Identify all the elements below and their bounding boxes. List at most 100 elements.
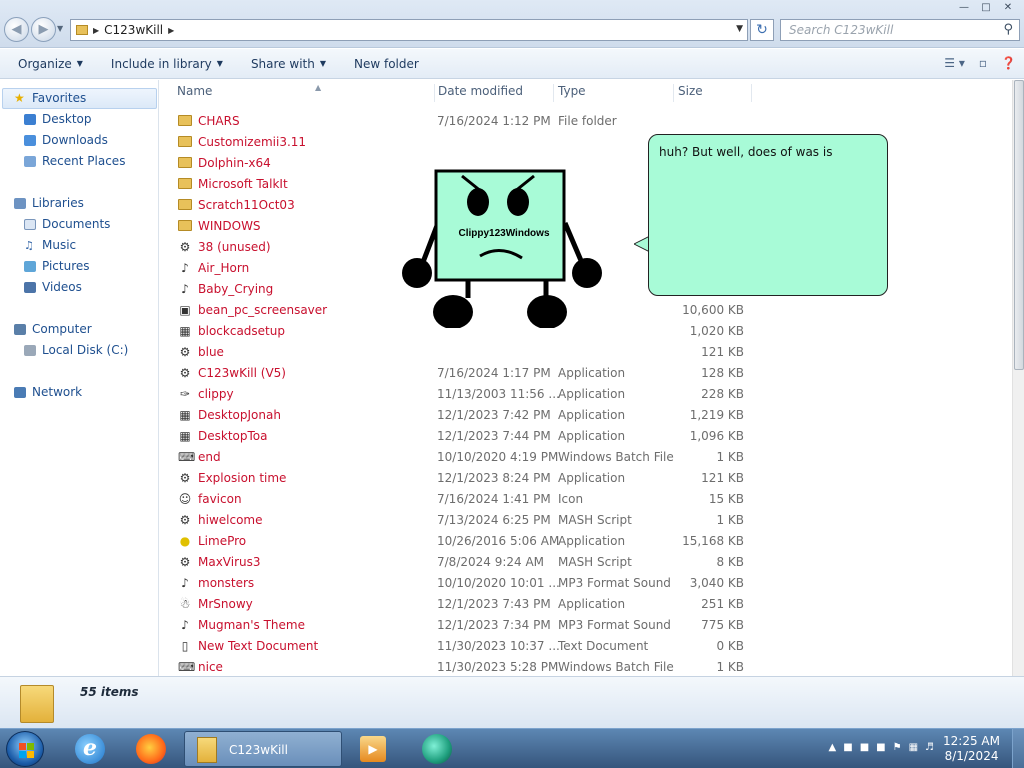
file-name: blockcadsetup <box>198 323 285 338</box>
column-header-size[interactable]: Size <box>678 84 752 102</box>
nav-pictures-label: Pictures <box>42 259 90 273</box>
nav-music[interactable]: ♫ Music <box>0 238 76 252</box>
file-date: 7/16/2024 1:12 PM <box>437 113 551 128</box>
action-center-flag-icon[interactable]: ⚑ <box>893 742 902 753</box>
vertical-scrollbar[interactable] <box>1012 80 1024 676</box>
forward-arrow-icon: ▶ <box>38 22 49 37</box>
file-date: 10/10/2020 4:19 PM <box>437 449 559 464</box>
nav-local-disk[interactable]: Local Disk (C:) <box>0 343 128 357</box>
file-row[interactable]: ▦ DesktopToa 12/1/2023 7:44 PM Application 1… <box>160 425 1012 446</box>
file-date: 7/16/2024 1:41 PM <box>437 491 551 506</box>
show-desktop-button[interactable] <box>1012 729 1024 768</box>
column-headers: Name ▲ Date modified Type Size <box>160 80 1012 104</box>
music-icon: ♫ <box>24 238 34 252</box>
file-row[interactable]: ☃ MrSnowy 12/1/2023 7:43 PM Application 251 … <box>160 593 1012 614</box>
nav-videos[interactable]: Videos <box>0 280 82 294</box>
column-header-name[interactable]: Name ▲ <box>177 83 435 102</box>
file-row[interactable]: CHARS 7/16/2024 1:12 PM File folder <box>160 110 1012 131</box>
address-bar[interactable]: ▶ C123wKill ▶ ▼ <box>70 19 748 41</box>
internet-explorer-icon[interactable]: e <box>75 734 105 764</box>
close-icon[interactable]: ✕ <box>998 2 1018 14</box>
file-row[interactable]: ⚙ MaxVirus3 7/8/2024 9:24 AM MASH Script 8 K… <box>160 551 1012 572</box>
forward-button[interactable]: ▶ <box>31 17 56 42</box>
nav-favorites[interactable]: ★ Favorites <box>0 91 86 105</box>
show-hidden-icons-icon[interactable]: ▲ <box>829 742 837 753</box>
file-row[interactable]: ▦ DesktopJonah 12/1/2023 7:42 PM Applicatio… <box>160 404 1012 425</box>
file-row[interactable]: ✑ clippy 11/13/2003 11:56 ... Application 22… <box>160 383 1012 404</box>
file-row[interactable]: ⚙ blue 121 KB <box>160 341 1012 362</box>
folder-icon <box>197 737 217 763</box>
clippy-character[interactable]: Clippy123Windows <box>400 168 605 328</box>
folder-icon <box>178 199 192 210</box>
scrollbar-thumb[interactable] <box>1014 80 1024 370</box>
file-row[interactable]: ♪ monsters 10/10/2020 10:01 ... MP3 Format … <box>160 572 1012 593</box>
file-row[interactable]: ⚙ C123wKill (V5) 7/16/2024 1:17 PM Applicat… <box>160 362 1012 383</box>
file-row[interactable]: ⚙ Explosion time 12/1/2023 8:24 PM Applicat… <box>160 467 1012 488</box>
file-row[interactable]: ⌨ end 10/10/2020 4:19 PM Windows Batch File… <box>160 446 1012 467</box>
file-row[interactable]: ● LimePro 10/26/2016 5:06 AM Application 15,… <box>160 530 1012 551</box>
nav-videos-label: Videos <box>42 280 82 294</box>
include-in-library-button[interactable]: Include in library ▼ <box>101 57 233 71</box>
file-date: 11/13/2003 11:56 ... <box>437 386 560 401</box>
navigation-pane: ★ Favorites Desktop Downloads Recent Plac… <box>0 80 159 676</box>
nav-recent-places[interactable]: Recent Places <box>0 154 125 168</box>
address-dropdown-icon[interactable]: ▼ <box>736 24 743 34</box>
organize-button[interactable]: Organize ▼ <box>8 57 93 71</box>
firefox-icon[interactable] <box>136 734 166 764</box>
nav-documents[interactable]: Documents <box>0 217 110 231</box>
file-name: Air_Horn <box>198 260 250 275</box>
file-name: bean_pc_screensaver <box>198 302 328 317</box>
file-row[interactable]: ⚙ hiwelcome 7/13/2024 6:25 PM MASH Script 1 … <box>160 509 1012 530</box>
file-row[interactable]: ☺ favicon 7/16/2024 1:41 PM Icon 15 KB <box>160 488 1012 509</box>
refresh-button[interactable]: ↻ <box>750 19 774 41</box>
file-type: Application <box>558 365 626 380</box>
search-icon[interactable]: ⚲ <box>1003 22 1013 37</box>
recent-places-icon <box>24 155 36 167</box>
share-with-button[interactable]: Share with ▼ <box>241 57 336 71</box>
back-button[interactable]: ◀ <box>4 17 29 42</box>
start-button[interactable] <box>6 731 44 767</box>
file-size: 228 KB <box>701 386 744 401</box>
file-name: MaxVirus3 <box>198 554 261 569</box>
nav-computer[interactable]: Computer <box>0 322 92 336</box>
file-row[interactable]: ♪ Mugman's Theme 12/1/2023 7:34 PM MP3 Form… <box>160 614 1012 635</box>
preview-pane-icon[interactable]: ▫ <box>979 56 987 70</box>
favicon-icon: ☺ <box>178 491 192 506</box>
folder-icon <box>76 25 88 35</box>
file-name: clippy <box>198 386 234 401</box>
column-header-date[interactable]: Date modified <box>438 84 554 102</box>
file-row[interactable]: ⌨ nice 11/30/2023 5:28 PM Windows Batch Fil… <box>160 656 1012 676</box>
column-header-type[interactable]: Type <box>558 84 674 102</box>
tray-app-icon[interactable]: ■ <box>843 742 852 753</box>
maximize-icon[interactable]: □ <box>976 2 996 14</box>
nav-pictures[interactable]: Pictures <box>0 259 90 273</box>
downloads-icon <box>24 134 36 146</box>
taskbar-clock[interactable]: 12:25 AM 8/1/2024 <box>943 734 1000 764</box>
breadcrumb-arrow-icon[interactable]: ▶ <box>168 26 174 35</box>
search-input[interactable]: Search C123wKill ⚲ <box>780 19 1020 41</box>
file-row[interactable]: ▯ New Text Document 11/30/2023 10:37 ... Te… <box>160 635 1012 656</box>
file-size: 121 KB <box>701 470 744 485</box>
app-icon[interactable] <box>422 734 452 764</box>
volume-icon[interactable]: ♬ <box>925 742 934 753</box>
new-folder-button[interactable]: New folder <box>344 57 429 71</box>
nav-network[interactable]: Network <box>0 385 82 399</box>
column-type-label: Type <box>558 84 586 98</box>
windows-logo-icon <box>27 751 34 758</box>
nav-libraries[interactable]: Libraries <box>0 196 84 210</box>
network-status-icon[interactable]: ▦ <box>909 742 918 753</box>
tray-app-icon[interactable]: ■ <box>860 742 869 753</box>
tray-app-icon[interactable]: ■ <box>876 742 885 753</box>
file-size: 10,600 KB <box>682 302 744 317</box>
recent-pages-dropdown[interactable]: ▼ <box>57 24 67 36</box>
help-icon[interactable]: ❓ <box>1001 56 1016 70</box>
nav-downloads[interactable]: Downloads <box>0 133 108 147</box>
minimize-icon[interactable]: — <box>954 2 974 14</box>
breadcrumb-current[interactable]: C123wKill <box>104 23 163 37</box>
media-player-icon[interactable]: ▶ <box>360 736 386 762</box>
breadcrumb-arrow-icon[interactable]: ▶ <box>93 26 99 35</box>
taskbar-explorer-button[interactable]: C123wKill <box>184 731 342 767</box>
change-view-icon[interactable]: ☰ ▾ <box>944 56 965 70</box>
nav-desktop[interactable]: Desktop <box>0 112 92 126</box>
file-size: 121 KB <box>701 344 744 359</box>
